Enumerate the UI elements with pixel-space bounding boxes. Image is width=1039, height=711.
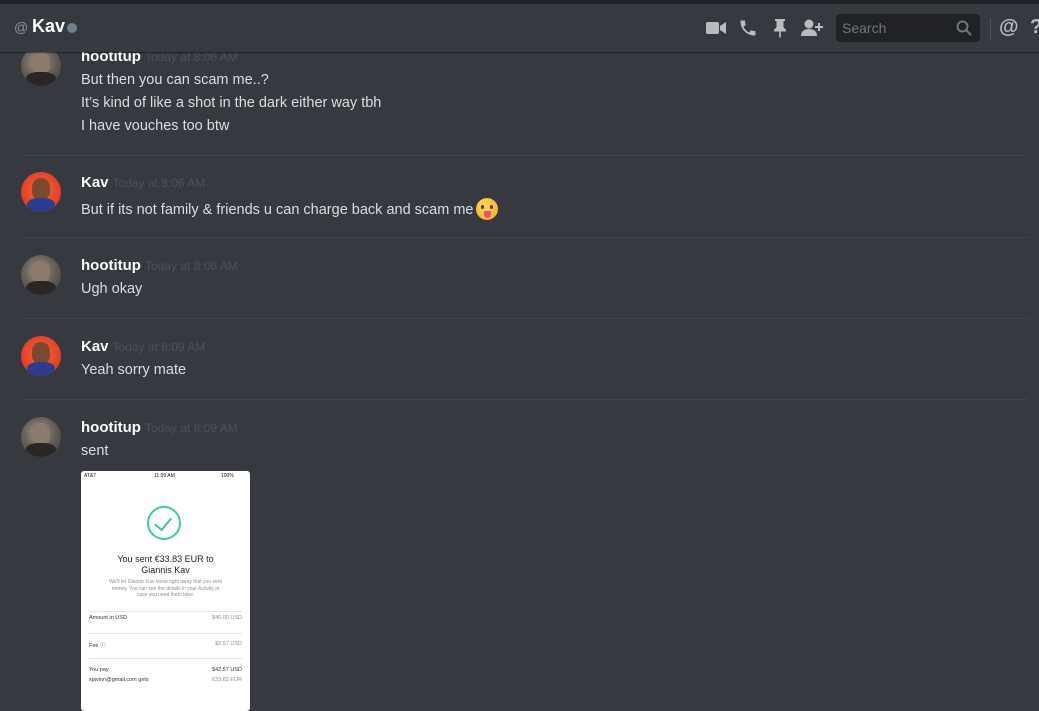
message-text: Ugh okay <box>81 281 143 297</box>
voice-call-icon[interactable] <box>737 17 759 39</box>
phone-status-bar: AT&T 11:09 AM 100% <box>81 471 250 481</box>
avatar[interactable] <box>21 336 61 376</box>
search-input[interactable]: Search <box>836 14 980 42</box>
message-text: sent <box>81 443 109 459</box>
image-attachment[interactable]: AT&T 11:09 AM 100% You sent €33.83 EUR t… <box>81 471 250 711</box>
avatar[interactable] <box>21 255 61 295</box>
row-divider <box>89 658 242 659</box>
dm-at-icon: @ <box>14 19 29 35</box>
avatar[interactable] <box>21 172 61 212</box>
avatar[interactable] <box>21 46 61 86</box>
message-timestamp: Today at 8:06 AM <box>112 176 206 190</box>
channel-title: Kav <box>32 16 66 36</box>
phone-time: 11:09 AM <box>154 473 175 479</box>
message-divider <box>22 318 1028 319</box>
message-text: It’s kind of like a shot in the dark eit… <box>81 95 382 111</box>
message-text: I have vouches too btw <box>81 118 230 134</box>
payment-row: Fee ⓘ $2.57 USD <box>89 641 242 649</box>
mention-icon[interactable]: @ <box>999 16 1019 39</box>
message-author[interactable]: hootitup Today at 8:09 AM <box>81 419 238 436</box>
message-timestamp: Today at 8:09 AM <box>112 340 206 354</box>
header-divider <box>990 18 991 40</box>
payment-row: You pay $42.57 USD <box>89 667 242 673</box>
payment-title: You sent €33.83 EUR to Giannis Kav <box>117 554 214 575</box>
message-text: Yeah sorry mate <box>81 362 187 378</box>
avatar[interactable] <box>21 417 61 457</box>
search-icon <box>956 20 972 36</box>
row-divider <box>89 611 242 612</box>
battery-label: 100% <box>221 473 234 479</box>
payment-row: Amount in USD $40.00 USD <box>89 615 242 621</box>
message-author[interactable]: Kav Today at 8:06 AM <box>81 174 205 191</box>
video-call-icon[interactable] <box>705 17 727 39</box>
add-friend-icon[interactable] <box>801 17 823 39</box>
carrier-label: AT&T <box>84 473 97 479</box>
stuck-out-tongue-emoji-icon <box>476 198 499 220</box>
message-divider <box>22 399 1028 400</box>
row-divider <box>89 633 242 634</box>
search-placeholder: Search <box>842 20 887 36</box>
payment-row: xjavinn@gmail.com gets €33.83 EUR <box>89 677 242 683</box>
help-icon[interactable]: ? <box>1030 16 1039 39</box>
pin-icon[interactable] <box>769 17 791 39</box>
message-divider <box>22 237 1028 238</box>
message-divider <box>22 155 1028 156</box>
payment-description: We'll let Giannis Kav know right away th… <box>109 579 222 598</box>
success-check-icon <box>147 506 181 540</box>
message-timestamp: Today at 8:06 AM <box>144 259 238 273</box>
message-timestamp: Today at 8:09 AM <box>144 421 238 435</box>
message-author[interactable]: Kav Today at 8:09 AM <box>81 338 205 355</box>
message-text: But then you can scam me..? <box>81 72 269 88</box>
message-timestamp: Today at 8:06 AM <box>144 50 238 64</box>
offline-status-icon <box>67 23 77 33</box>
message-author[interactable]: hootitup Today at 8:06 AM <box>81 257 238 274</box>
message-text: But if its not family & friends u can ch… <box>81 198 499 220</box>
channel-header: @ Kav Search @ ? <box>0 0 1039 52</box>
